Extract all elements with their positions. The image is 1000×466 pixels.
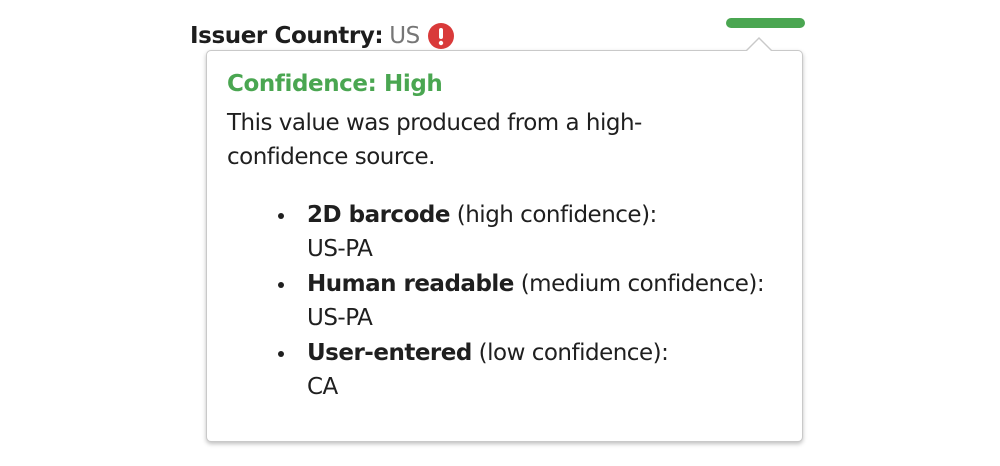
source-line: Human readable (medium confidence): [307,267,765,301]
source-confidence: (low confidence): [478,340,669,366]
list-item: 2D barcode (high confidence): US-PA [269,198,764,266]
issuer-country-field: Issuer Country: US [190,20,454,52]
source-list: 2D barcode (high confidence): US-PA Huma… [269,198,765,405]
tooltip-title: Confidence: High [227,71,443,97]
source-name: User-entered [307,340,472,366]
exclamation-circle-icon[interactable] [427,23,454,49]
source-line: 2D barcode (high confidence): [307,198,764,232]
source-confidence: (medium confidence): [520,271,765,297]
tooltip-description: This value was produced from a high-conf… [227,110,642,170]
tooltip-arrow-fill [746,39,772,52]
field-value: US [389,23,420,49]
source-value: CA [307,374,338,400]
source-name: 2D barcode [307,202,450,228]
bullet-icon [278,282,284,288]
source-value: US-PA [307,305,373,331]
source-confidence: (high confidence): [456,202,658,228]
bullet-icon [278,351,284,357]
bullet-icon [278,213,284,219]
list-item: User-entered (low confidence): CA [269,336,764,404]
list-item: Human readable (medium confidence): US-P… [269,267,765,335]
confidence-tooltip: Confidence: High This value was produced… [206,50,803,442]
field-label: Issuer Country: [190,23,384,49]
source-name: Human readable [307,271,514,297]
confidence-bar[interactable] [726,18,805,28]
source-value: US-PA [307,236,373,262]
source-line: User-entered (low confidence): [307,336,764,370]
